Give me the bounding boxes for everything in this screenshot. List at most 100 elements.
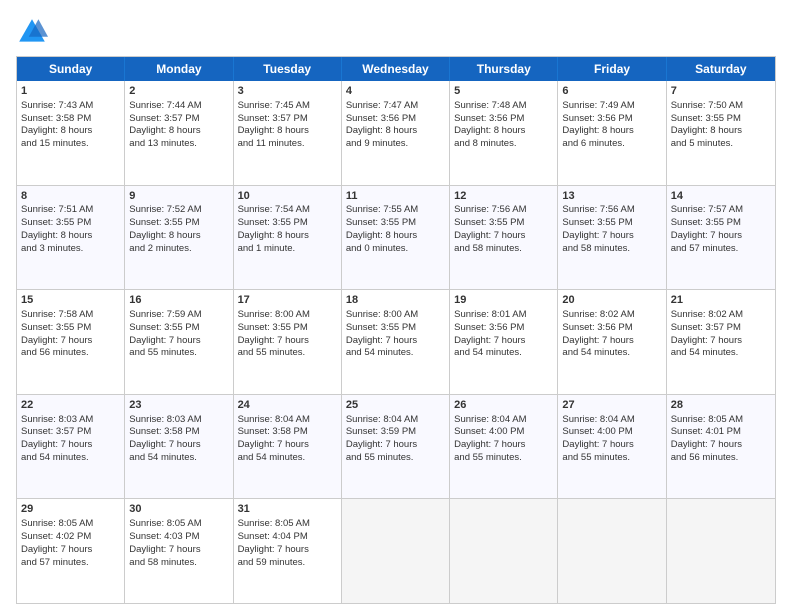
daylight-value: and 57 minutes. bbox=[21, 557, 89, 568]
sunrise-label: Sunrise: 8:04 AM bbox=[562, 414, 634, 425]
daylight-value: and 1 minute. bbox=[238, 243, 296, 254]
sunset-label: Sunset: 3:57 PM bbox=[129, 113, 199, 124]
calendar-body: 1Sunrise: 7:43 AMSunset: 3:58 PMDaylight… bbox=[17, 81, 775, 603]
calendar-cell: 28Sunrise: 8:05 AMSunset: 4:01 PMDayligh… bbox=[667, 395, 775, 499]
logo-icon bbox=[16, 16, 48, 48]
calendar: SundayMondayTuesdayWednesdayThursdayFrid… bbox=[16, 56, 776, 604]
daylight-value: and 58 minutes. bbox=[562, 243, 630, 254]
sunset-label: Sunset: 3:56 PM bbox=[562, 113, 632, 124]
daylight-value: and 54 minutes. bbox=[129, 452, 197, 463]
calendar-row: 22Sunrise: 8:03 AMSunset: 3:57 PMDayligh… bbox=[17, 395, 775, 500]
sunrise-label: Sunrise: 8:04 AM bbox=[346, 414, 418, 425]
calendar-cell: 31Sunrise: 8:05 AMSunset: 4:04 PMDayligh… bbox=[234, 499, 342, 603]
day-number: 21 bbox=[671, 293, 771, 308]
sunset-label: Sunset: 3:55 PM bbox=[562, 217, 632, 228]
sunrise-label: Sunrise: 7:43 AM bbox=[21, 100, 93, 111]
sunrise-label: Sunrise: 8:05 AM bbox=[129, 518, 201, 529]
daylight-value: and 58 minutes. bbox=[454, 243, 522, 254]
daylight-value: and 54 minutes. bbox=[21, 452, 89, 463]
sunset-label: Sunset: 3:57 PM bbox=[238, 113, 308, 124]
day-number: 29 bbox=[21, 502, 120, 517]
calendar-cell bbox=[558, 499, 666, 603]
day-number: 19 bbox=[454, 293, 553, 308]
sunset-label: Sunset: 4:04 PM bbox=[238, 531, 308, 542]
sunset-label: Sunset: 3:56 PM bbox=[346, 113, 416, 124]
sunrise-label: Sunrise: 8:05 AM bbox=[671, 414, 743, 425]
sunrise-label: Sunrise: 7:52 AM bbox=[129, 204, 201, 215]
daylight-value: and 2 minutes. bbox=[129, 243, 191, 254]
day-number: 1 bbox=[21, 84, 120, 99]
calendar-cell: 2Sunrise: 7:44 AMSunset: 3:57 PMDaylight… bbox=[125, 81, 233, 185]
daylight-label: Daylight: 8 hours bbox=[238, 230, 309, 241]
sunset-label: Sunset: 3:55 PM bbox=[21, 322, 91, 333]
sunset-label: Sunset: 3:59 PM bbox=[346, 426, 416, 437]
calendar-cell: 22Sunrise: 8:03 AMSunset: 3:57 PMDayligh… bbox=[17, 395, 125, 499]
daylight-value: and 13 minutes. bbox=[129, 138, 197, 149]
day-number: 13 bbox=[562, 189, 661, 204]
calendar-header: SundayMondayTuesdayWednesdayThursdayFrid… bbox=[17, 57, 775, 81]
sunset-label: Sunset: 3:58 PM bbox=[129, 426, 199, 437]
daylight-value: and 55 minutes. bbox=[238, 347, 306, 358]
sunrise-label: Sunrise: 7:48 AM bbox=[454, 100, 526, 111]
calendar-cell: 1Sunrise: 7:43 AM Sunset: 3:58 PMDaylight… bbox=[17, 81, 125, 185]
daylight-label: Daylight: 7 hours bbox=[454, 230, 525, 241]
daylight-label: Daylight: 7 hours bbox=[129, 544, 200, 555]
daylight-label: Daylight: 8 hours bbox=[238, 125, 309, 136]
calendar-cell: 26Sunrise: 8:04 AMSunset: 4:00 PMDayligh… bbox=[450, 395, 558, 499]
calendar-cell: 5Sunrise: 7:48 AMSunset: 3:56 PMDaylight… bbox=[450, 81, 558, 185]
sunset-label: Sunset: 3:55 PM bbox=[129, 322, 199, 333]
day-number: 11 bbox=[346, 189, 445, 204]
calendar-cell: 20Sunrise: 8:02 AMSunset: 3:56 PMDayligh… bbox=[558, 290, 666, 394]
sunset-label: Sunset: 4:00 PM bbox=[454, 426, 524, 437]
day-number: 30 bbox=[129, 502, 228, 517]
daylight-label: Daylight: 7 hours bbox=[238, 544, 309, 555]
sunrise-label: Sunrise: 7:50 AM bbox=[671, 100, 743, 111]
calendar-header-cell: Tuesday bbox=[234, 57, 342, 81]
daylight-value: and 56 minutes. bbox=[21, 347, 89, 358]
calendar-cell: 25Sunrise: 8:04 AMSunset: 3:59 PM Dayligh… bbox=[342, 395, 450, 499]
day-number: 3 bbox=[238, 84, 337, 99]
calendar-row: 29Sunrise: 8:05 AMSunset: 4:02 PMDayligh… bbox=[17, 499, 775, 603]
daylight-label: Daylight: 7 hours bbox=[671, 230, 742, 241]
sunrise-label: Sunrise: 7:58 AM bbox=[21, 309, 93, 320]
calendar-cell: 16Sunrise: 7:59 AMSunset: 3:55 PMDayligh… bbox=[125, 290, 233, 394]
calendar-cell: 7Sunrise: 7:50 AMSunset: 3:55 PMDaylight… bbox=[667, 81, 775, 185]
day-number: 25 bbox=[346, 398, 445, 413]
daylight-value: and 57 minutes. bbox=[671, 243, 739, 254]
sunrise-label: Sunrise: 8:00 AM bbox=[346, 309, 418, 320]
day-number: 16 bbox=[129, 293, 228, 308]
daylight-label: Daylight: 7 hours bbox=[21, 439, 92, 450]
daylight-label: Daylight: 7 hours bbox=[562, 439, 633, 450]
daylight-label: Daylight: 8 hours bbox=[671, 125, 742, 136]
daylight-value: and 54 minutes. bbox=[562, 347, 630, 358]
sunset-label: Sunset: 4:01 PM bbox=[671, 426, 741, 437]
sunset-label: Sunset: 3:55 PM bbox=[346, 217, 416, 228]
calendar-cell: 24Sunrise: 8:04 AMSunset: 3:58 PMDayligh… bbox=[234, 395, 342, 499]
daylight-label: Daylight: 8 hours bbox=[21, 125, 92, 136]
daylight-value: and 55 minutes. bbox=[562, 452, 630, 463]
calendar-header-cell: Monday bbox=[125, 57, 233, 81]
daylight-label: Daylight: 7 hours bbox=[238, 335, 309, 346]
calendar-header-cell: Sunday bbox=[17, 57, 125, 81]
calendar-cell bbox=[450, 499, 558, 603]
day-number: 26 bbox=[454, 398, 553, 413]
daylight-label: Daylight: 7 hours bbox=[671, 439, 742, 450]
calendar-cell: 8Sunrise: 7:51 AMSunset: 3:55 PMDaylight… bbox=[17, 186, 125, 290]
calendar-cell: 3Sunrise: 7:45 AMSunset: 3:57 PMDaylight… bbox=[234, 81, 342, 185]
calendar-cell: 6Sunrise: 7:49 AMSunset: 3:56 PMDaylight… bbox=[558, 81, 666, 185]
calendar-cell: 14Sunrise: 7:57 AMSunset: 3:55 PMDayligh… bbox=[667, 186, 775, 290]
calendar-cell: 19Sunrise: 8:01 AMSunset: 3:56 PMDayligh… bbox=[450, 290, 558, 394]
daylight-value: and 54 minutes. bbox=[238, 452, 306, 463]
day-number: 5 bbox=[454, 84, 553, 99]
daylight-label: Daylight: 7 hours bbox=[346, 439, 417, 450]
sunrise-label: Sunrise: 8:05 AM bbox=[21, 518, 93, 529]
daylight-value: and 15 minutes. bbox=[21, 138, 89, 149]
logo bbox=[16, 16, 52, 48]
sunrise-label: Sunrise: 7:56 AM bbox=[562, 204, 634, 215]
sunset-label: Sunset: 3:58 PM bbox=[21, 113, 91, 124]
daylight-value: and 58 minutes. bbox=[129, 557, 197, 568]
day-number: 8 bbox=[21, 189, 120, 204]
calendar-cell: 17Sunrise: 8:00 AMSunset: 3:55 PMDayligh… bbox=[234, 290, 342, 394]
sunset-label: Sunset: 3:55 PM bbox=[671, 217, 741, 228]
daylight-value: and 56 minutes. bbox=[671, 452, 739, 463]
